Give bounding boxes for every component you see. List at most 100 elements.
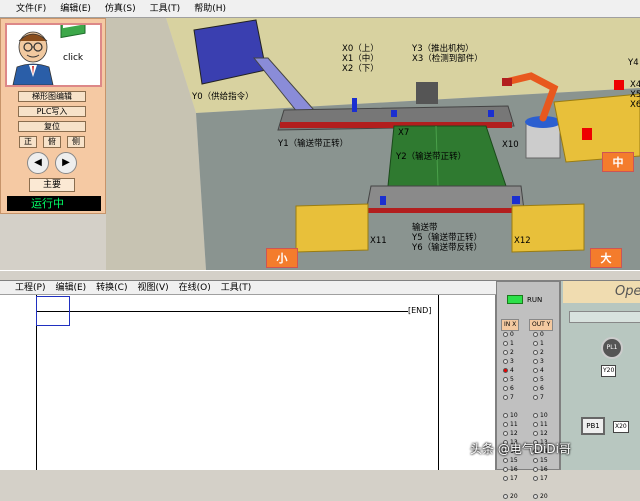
label-x6: X6 [630, 100, 640, 110]
input-number: 10 [510, 412, 518, 419]
pane-divider[interactable] [0, 270, 640, 281]
arrow-right-icon: ▶ [62, 157, 70, 168]
output-led-icon [533, 359, 538, 364]
operation-title: Ope [563, 281, 640, 303]
run-label: RUN [527, 296, 543, 304]
output-led-icon [533, 458, 538, 463]
label-y5: Y5（输送带正转） [412, 233, 483, 243]
input-number: 17 [510, 475, 518, 482]
label-x0: X0（上） [342, 44, 379, 54]
output-row: 20 [533, 492, 555, 501]
run-status: 运行中 [7, 196, 101, 211]
input-row: 0 [503, 330, 525, 339]
rung-line [36, 311, 408, 312]
rotate-right-button[interactable]: ▶ [55, 152, 77, 174]
editor-menu-convert[interactable]: 转换(C) [91, 281, 132, 295]
output-number: 2 [540, 349, 544, 356]
label-y4: Y4 [628, 58, 639, 68]
end-label: END [411, 306, 429, 315]
label-x11: X11 [370, 236, 387, 246]
output-row: 11 [533, 420, 555, 429]
editor-menu-online[interactable]: 在线(O) [174, 281, 216, 295]
editor-menu-tools[interactable]: 工具(T) [216, 281, 257, 295]
control-panel: click 梯形图编辑 PLC写入 复位 正 俯 侧 ◀ ▶ 主要 运行中 [0, 16, 106, 214]
ladder-edit-button[interactable]: 梯形图编辑 [18, 91, 86, 102]
input-led-icon [503, 422, 508, 427]
bin-large-label: 大 [590, 248, 622, 268]
input-row: 17 [503, 474, 525, 483]
output-row: 4 [533, 366, 555, 375]
main-menubar: 文件(F) 编辑(E) 仿真(S) 工具(T) 帮助(H) [0, 0, 640, 18]
output-led-icon [533, 332, 538, 337]
output-number: 15 [540, 457, 548, 464]
input-row: 4 [503, 366, 525, 375]
input-row [503, 483, 525, 492]
output-row: 7 [533, 393, 555, 402]
input-row: 5 [503, 375, 525, 384]
view-top-button[interactable]: 俯 [43, 136, 61, 148]
view-front-button[interactable]: 正 [19, 136, 37, 148]
input-number: 6 [510, 385, 514, 392]
label-x3: X3（检测到部件） [412, 54, 483, 64]
edit-cursor[interactable] [36, 296, 70, 326]
input-row: 6 [503, 384, 525, 393]
output-number: 1 [540, 340, 544, 347]
input-led-icon [503, 377, 508, 382]
avatar: click [5, 16, 102, 87]
menu-edit[interactable]: 编辑(E) [54, 0, 97, 18]
editor-menubar: 工程(P) 编辑(E) 转换(C) 视图(V) 在线(O) 工具(T) [0, 281, 496, 295]
input-led-icon [503, 476, 508, 481]
right-power-rail [438, 295, 439, 470]
output-led-icon [533, 476, 538, 481]
simulation-scene: Y0（供给指令） X0（上） X1（中） X2（下） Y3（推出机构） X3（检… [106, 18, 640, 270]
output-column: 0 1 2 3 4 5 6 7 10 11 12 13 14 15 16 17 20 [533, 330, 555, 501]
bin-middle-label: 中 [602, 152, 634, 172]
output-led-icon [533, 377, 538, 382]
output-led-icon [533, 368, 538, 373]
reset-button[interactable]: 复位 [18, 121, 86, 132]
output-led-icon [533, 395, 538, 400]
end-instruction[interactable]: [END] [408, 305, 438, 317]
input-led-icon [503, 350, 508, 355]
rotate-left-button[interactable]: ◀ [27, 152, 49, 174]
input-led-icon [503, 341, 508, 346]
input-row: 3 [503, 357, 525, 366]
output-row [533, 483, 555, 492]
input-led-icon [503, 395, 508, 400]
push-button-pb1[interactable]: PB1 [581, 417, 605, 435]
output-number: 5 [540, 376, 544, 383]
label-x2: X2（下） [342, 64, 379, 74]
output-number: 11 [540, 421, 548, 428]
label-x4: X4 [630, 80, 640, 90]
input-number: 12 [510, 430, 518, 437]
editor-menu-edit[interactable]: 编辑(E) [50, 281, 91, 295]
output-led-icon [533, 341, 538, 346]
input-number: 1 [510, 340, 514, 347]
editor-menu-view[interactable]: 视图(V) [132, 281, 173, 295]
input-row: 10 [503, 411, 525, 420]
label-x7: X7 [398, 128, 410, 138]
ladder-editor[interactable]: [END] [0, 295, 496, 470]
plc-write-button[interactable]: PLC写入 [18, 106, 86, 117]
input-led-icon [503, 368, 508, 373]
input-number: 3 [510, 358, 514, 365]
menu-help[interactable]: 帮助(H) [188, 0, 232, 18]
label-x12: X12 [514, 236, 531, 246]
main-button[interactable]: 主要 [29, 178, 75, 192]
menu-file[interactable]: 文件(F) [10, 0, 52, 18]
click-label: click [63, 53, 84, 63]
output-number: 17 [540, 475, 548, 482]
output-number: 0 [540, 331, 544, 338]
output-row: 17 [533, 474, 555, 483]
editor-menu-project[interactable]: 工程(P) [10, 281, 50, 295]
output-number: 7 [540, 394, 544, 401]
input-number: 7 [510, 394, 514, 401]
menu-simulate[interactable]: 仿真(S) [99, 0, 142, 18]
output-row: 12 [533, 429, 555, 438]
output-number: 10 [540, 412, 548, 419]
lamp-y-label: Y20 [601, 365, 617, 377]
view-side-button[interactable]: 侧 [67, 136, 85, 148]
output-led-icon [533, 494, 538, 499]
menu-tools[interactable]: 工具(T) [144, 0, 187, 18]
output-row: 0 [533, 330, 555, 339]
